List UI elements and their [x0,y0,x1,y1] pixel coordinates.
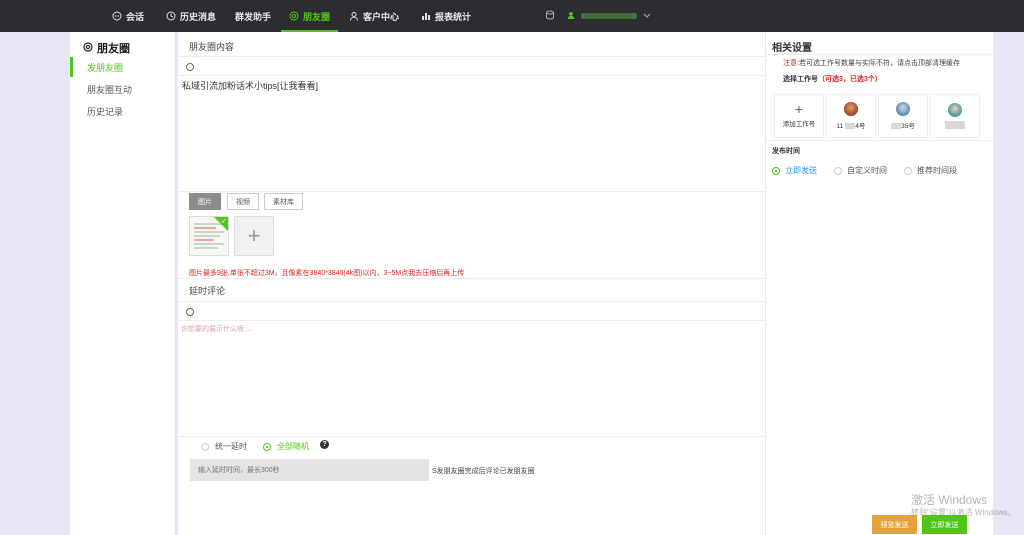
radio-dot [772,166,780,175]
divider [766,140,993,141]
settings-panel: 相关设置 注意:若可选工作号数量与实际不符，请点击顶部清理缓存 选择工作号（可选… [766,32,993,535]
comment-title: 延时评论 [189,286,226,296]
upload-warning: 图片最多9张,单张不超过3M，且像素在3840*3840(4k图)以内，3~5M… [189,270,465,277]
help-icon[interactable]: ? [320,440,329,449]
database-icon[interactable] [545,10,555,23]
moments-icon [83,41,93,55]
nav-item-broadcast[interactable]: 群发助手 [235,0,271,32]
top-nav: 会话 历史消息 群发助手 朋友圈 客户中心 报表统计 [0,0,1024,32]
add-account-button[interactable]: + 添加工作号 [774,94,824,138]
nav-label: 报表统计 [435,11,472,22]
note-prefix: 注意: [783,60,799,67]
sidebar-title-text: 朋友圈 [97,43,130,55]
cache-note: 注意:若可选工作号数量与实际不符，请点击顶部清理缓存 [783,58,960,68]
sidebar-item-label: 历史记录 [87,106,124,117]
settings-title: 相关设置 [772,43,812,54]
divider [178,320,765,321]
tab-video[interactable]: 视频 [227,193,259,210]
main-panel: 朋友圈内容 私域引流加粉话术小tips[让我看看] 图片 视频 素材库 ✓ + … [178,32,765,535]
sidebar-item-history[interactable]: 历史记录 [70,101,175,121]
account-name: 35号 [891,120,915,130]
radio-send-now[interactable]: 立即发送 [772,165,817,176]
divider [178,75,765,76]
account-card[interactable]: 35号 [878,94,928,138]
chevron-down-icon[interactable] [643,11,651,22]
nav-item-reports[interactable]: 报表统计 [421,0,471,32]
chat-icon [112,11,122,21]
clock-icon [166,11,176,21]
nav-label: 客户中心 [363,11,400,22]
nav-label: 群发助手 [235,11,272,22]
sidebar: 朋友圈 发朋友圈 朋友圈互动 历史记录 [70,32,175,535]
moments-icon [289,11,299,21]
add-account-label: 添加工作号 [782,121,816,128]
radio-dot [904,166,912,175]
sidebar-item-interactions[interactable]: 朋友圈互动 [70,79,175,99]
divider [766,54,993,55]
sidebar-title: 朋友圈 [83,40,130,56]
select-account-label: 选择工作号（可选3，已选3个） [783,74,882,84]
radio-label: 立即发送 [785,166,817,175]
avatar [844,102,858,116]
radio-unified-delay[interactable]: 统一延时 [201,441,247,452]
account-card[interactable]: 11 4号 [826,94,876,138]
checkmark-icon: ✓ [221,218,227,225]
radio-all-random[interactable]: 全部随机 [263,441,309,452]
nav-label: 会话 [126,11,145,22]
radio-label: 统一延时 [215,442,247,451]
radio-custom-time[interactable]: 自定义时间 [834,165,887,176]
radio-recommended-time[interactable]: 推荐时间段 [904,165,957,176]
bar-chart-icon [421,11,431,21]
avatar [896,102,910,116]
nav-item-customers[interactable]: 客户中心 [349,0,399,32]
nav-item-moments[interactable]: 朋友圈 [280,0,339,32]
plus-icon: + [794,101,804,117]
nav-label: 历史消息 [180,11,217,22]
username [581,13,637,19]
divider [178,278,765,279]
avatar [948,103,962,117]
user-icon [567,11,575,22]
select-count: （可选3，已选3个） [818,76,882,83]
user-icon [349,11,359,21]
radio-label: 推荐时间段 [917,166,957,175]
divider [178,436,765,437]
note-text: 若可选工作号数量与实际不符，请点击顶部清理缓存 [798,60,960,67]
emoji-icon[interactable] [186,63,194,71]
publish-time-label: 发布时间 [772,148,800,155]
radio-label: 全部随机 [277,442,309,451]
select-label: 选择工作号 [783,76,818,83]
content-textarea[interactable]: 私域引流加粉话术小tips[让我看看] [182,79,318,92]
tab-image[interactable]: 图片 [189,193,221,210]
sidebar-item-label: 朋友圈互动 [87,84,133,95]
divider [178,191,765,192]
divider [178,301,765,302]
tab-material-library[interactable]: 素材库 [264,193,303,210]
content-title: 朋友圈内容 [189,42,235,52]
add-image-button[interactable]: + [234,216,274,256]
delay-note: S发朋友圈完成后评论已发朋友圈 [432,468,535,475]
nav-label: 朋友圈 [303,11,331,22]
uploaded-image-thumbnail[interactable]: ✓ [189,216,229,256]
delay-time-input[interactable] [190,459,429,481]
nav-item-history[interactable]: 历史消息 [166,0,216,32]
account-name [945,121,965,129]
account-name: 11 4号 [836,123,866,130]
sidebar-item-post-moments[interactable]: 发朋友圈 [70,57,175,77]
radio-dot [834,166,842,175]
comment-textarea[interactable]: 你想要的展示什么呢 ... [181,324,252,334]
radio-dot [263,442,271,451]
divider [178,56,765,57]
radio-dot [201,442,209,451]
windows-activation-hint: 转到"设置"以激活 Windows。 [911,508,1016,517]
nav-item-chat[interactable]: 会话 [112,0,144,32]
account-card[interactable] [930,94,980,138]
windows-activation-watermark: 激活 Windows [911,493,988,507]
emoji-icon[interactable] [186,308,194,316]
user-menu[interactable] [545,0,651,32]
radio-label: 自定义时间 [847,166,887,175]
sidebar-item-label: 发朋友圈 [87,62,124,73]
